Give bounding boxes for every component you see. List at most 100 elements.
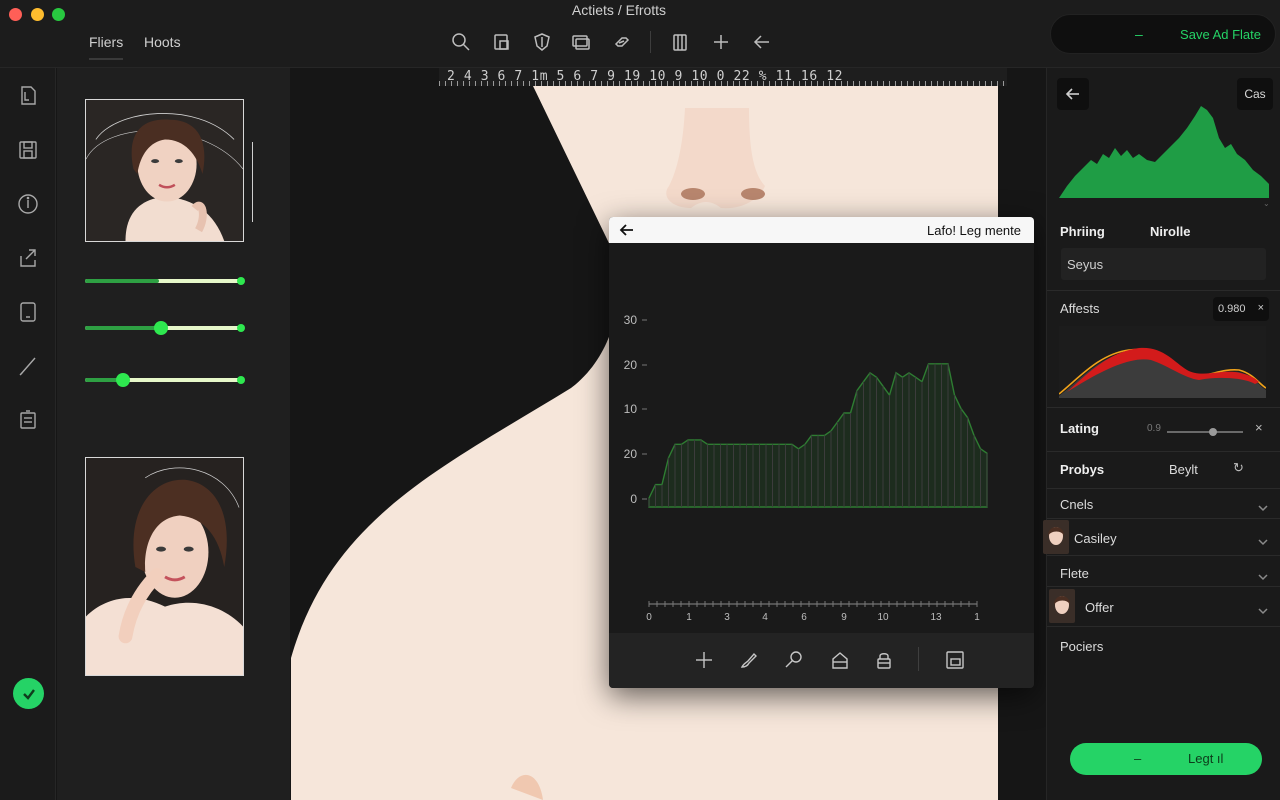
list-icon[interactable]: [16, 408, 40, 432]
latings-label: Lating: [1060, 421, 1099, 436]
dialog-toolbar: [609, 633, 1034, 688]
latings-slider[interactable]: [1167, 427, 1243, 437]
style-input[interactable]: Seyus: [1061, 248, 1266, 280]
slider-fill: [85, 279, 160, 283]
save-dash: –: [1135, 26, 1143, 42]
panel-divider: [1047, 451, 1280, 452]
y-tick-label: 30: [624, 313, 638, 327]
home-icon[interactable]: [829, 649, 851, 671]
avatar: [1043, 520, 1069, 554]
document-icon[interactable]: [16, 84, 40, 108]
slider-knob[interactable]: [115, 373, 130, 387]
panel-divider: [1047, 518, 1280, 519]
title-bar: Actiets / Efrotts Fliers Hoots – Save Ad…: [0, 0, 1280, 68]
avatar: [1049, 589, 1075, 623]
probys-action[interactable]: Beylt: [1169, 462, 1198, 477]
magnifier-icon[interactable]: [783, 649, 805, 671]
affects-value-field[interactable]: 0.980 ×: [1213, 297, 1269, 321]
tab-fliers[interactable]: Fliers: [89, 34, 124, 60]
x-tick-label: 1: [974, 612, 980, 623]
shield-icon[interactable]: [531, 31, 553, 53]
close-icon[interactable]: ×: [1255, 420, 1263, 435]
slider-track: [1167, 431, 1243, 433]
affects-label: Affests: [1060, 301, 1100, 316]
histogram-dialog: Lafo! Leg mente 30 20 10 20 0 0 1 3 4 6 9 10 13 1: [609, 217, 1034, 688]
histogram-chart: 3020102000 1 3 4 6 9 10 13 1: [624, 313, 988, 623]
clipboard-icon[interactable]: [669, 31, 691, 53]
save-label: Save Ad Flate: [1180, 27, 1261, 42]
row-cnels[interactable]: Cnels: [1060, 497, 1093, 512]
filter-thumbnail[interactable]: [85, 99, 244, 242]
toolbar-divider: [650, 31, 651, 53]
apply-dash: –: [1134, 751, 1142, 766]
tone-curve-graph: [1059, 326, 1266, 398]
chevron-down-icon[interactable]: [1258, 534, 1268, 546]
chevron-down-icon[interactable]: [1258, 603, 1268, 615]
latings-value: 0.9: [1147, 423, 1161, 434]
y-tick-label: 20: [624, 447, 638, 461]
close-icon[interactable]: ×: [1258, 302, 1264, 314]
tool-rail: [0, 68, 56, 800]
row-flete[interactable]: Flete: [1060, 566, 1089, 581]
save-icon[interactable]: [16, 138, 40, 162]
x-tick-label: 3: [724, 612, 730, 623]
panel-divider: [1047, 488, 1280, 489]
ruler-ticks: [439, 81, 1007, 86]
apply-label: Legt ıl: [1188, 751, 1224, 766]
x-tick-label: 6: [801, 612, 807, 623]
x-tick-label: 10: [877, 612, 889, 623]
lock-icon[interactable]: [873, 649, 895, 671]
filter-thumbnail[interactable]: [85, 457, 244, 676]
tab-hoots[interactable]: Hoots: [144, 34, 181, 50]
properties-panel: Cas ⌄ Phriing Nirolle Seyus Affests 0.98…: [1043, 68, 1280, 800]
slider-knob[interactable]: [153, 321, 168, 335]
search-icon[interactable]: [450, 31, 472, 53]
back-arrow-icon[interactable]: [619, 222, 635, 238]
x-tick-label: 1: [686, 612, 692, 623]
probys-label: Probys: [1060, 462, 1105, 477]
slider-end-dot: [237, 376, 245, 384]
window-title: Actiets / Efrotts: [571, 2, 667, 18]
x-tick-label: 13: [930, 612, 942, 623]
filter-slider-1[interactable]: [85, 274, 245, 288]
row-offer[interactable]: Offer: [1085, 600, 1114, 615]
export-icon[interactable]: [16, 246, 40, 270]
tablet-icon[interactable]: [16, 300, 40, 324]
filter-slider-2[interactable]: [85, 321, 245, 335]
brush-icon[interactable]: [738, 649, 760, 671]
panel-divider: [1047, 290, 1280, 291]
frame-icon[interactable]: [944, 649, 966, 671]
apply-button[interactable]: – Legt ıl: [1070, 743, 1262, 775]
slider-end-dot: [237, 324, 245, 332]
slider-knob[interactable]: [1209, 428, 1217, 436]
chevron-down-icon[interactable]: [1258, 500, 1268, 512]
row-casiley[interactable]: Casiley: [1074, 531, 1117, 546]
save-all-button[interactable]: – Save Ad Flate: [1050, 14, 1276, 54]
panel-divider: [1047, 407, 1280, 408]
layer-icon[interactable]: [491, 31, 513, 53]
arrow-left-icon[interactable]: [751, 31, 773, 53]
row-pociers[interactable]: Pociers: [1060, 639, 1103, 654]
stack-icon[interactable]: [570, 31, 592, 53]
y-tick-label: 10: [624, 402, 638, 416]
panel-divider: [1047, 586, 1280, 587]
chevron-down-icon[interactable]: [1258, 569, 1268, 581]
check-icon: [22, 688, 35, 700]
y-tick-label: 20: [624, 358, 638, 372]
tab-phriing[interactable]: Phriing: [1060, 224, 1105, 239]
refresh-icon[interactable]: ↻: [1233, 460, 1244, 476]
filter-slider-3[interactable]: [85, 373, 245, 387]
dialog-toolbar-divider: [918, 647, 919, 671]
dialog-title: Lafo! Leg mente: [927, 223, 1021, 238]
filters-panel: [57, 68, 339, 800]
confirm-button[interactable]: [13, 678, 44, 709]
plus-icon[interactable]: [710, 31, 732, 53]
slider-end-dot: [237, 277, 245, 285]
x-tick-label: 9: [841, 612, 847, 623]
panel-divider: [1047, 626, 1280, 627]
tab-nirolle[interactable]: Nirolle: [1150, 224, 1190, 239]
plus-icon[interactable]: [693, 649, 715, 671]
info-icon[interactable]: [16, 192, 40, 216]
pen-icon[interactable]: [16, 354, 40, 378]
link-icon[interactable]: [611, 31, 633, 53]
